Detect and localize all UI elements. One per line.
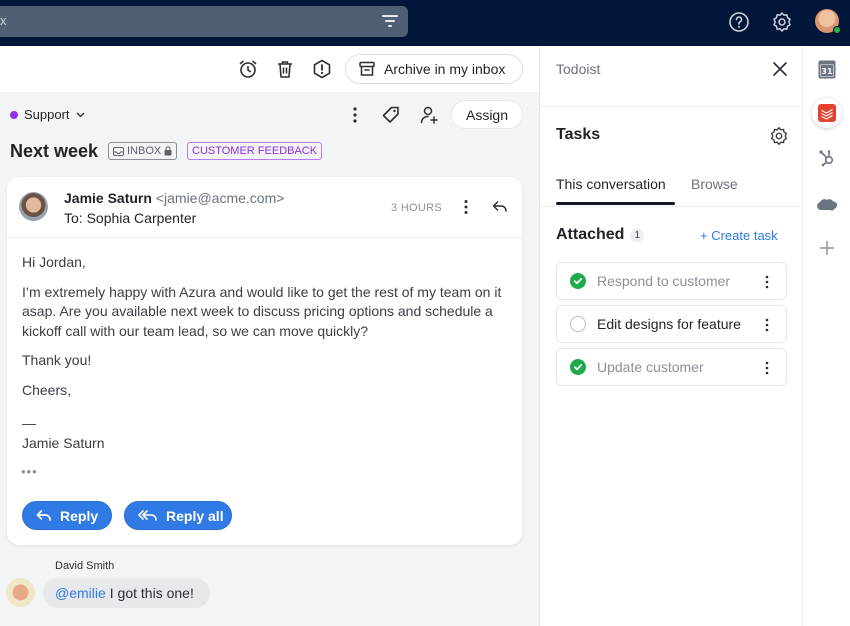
online-status-indicator <box>833 26 841 34</box>
comment-bubble: @emilie I got this one! <box>43 578 210 608</box>
search-clear-icon[interactable]: x <box>0 13 7 28</box>
inbox-tray-icon <box>113 146 124 156</box>
message-paragraph: Hi Jordan, <box>22 254 86 270</box>
message-paragraph: Cheers, <box>22 381 72 398</box>
task-more-icon[interactable] <box>760 317 774 333</box>
tasks-heading: Tasks <box>556 126 601 143</box>
message-more-icon[interactable] <box>456 197 476 217</box>
tag-badge[interactable]: CUSTOMER FEEDBACK <box>187 142 323 160</box>
close-icon[interactable] <box>771 60 789 78</box>
todoist-panel: Todoist Tasks This conversation Browse A… <box>539 46 802 626</box>
tab-this-conversation[interactable]: This conversation <box>556 176 666 192</box>
lock-icon <box>164 146 172 156</box>
chevron-down-icon <box>76 112 85 117</box>
task-item[interactable]: Edit designs for feature <box>556 305 787 343</box>
signature-dash: — <box>22 415 36 431</box>
comment-text: I got this one! <box>109 585 194 601</box>
filter-icon[interactable] <box>382 14 398 28</box>
spam-icon[interactable] <box>311 58 333 80</box>
reply-icon[interactable] <box>490 197 510 217</box>
attached-label: Attached <box>556 226 625 243</box>
conversation-subject: Next week <box>10 141 99 161</box>
task-label: Edit designs for feature <box>597 316 741 332</box>
tab-browse[interactable]: Browse <box>691 176 738 192</box>
top-bar: x <box>0 0 850 46</box>
check-icon <box>573 278 583 285</box>
integrations-rail: 31 <box>802 46 850 626</box>
attached-heading: Attached 1 <box>556 226 645 244</box>
recipient-line: To: Sophia Carpenter <box>64 210 197 226</box>
add-integration-button[interactable] <box>815 236 839 260</box>
comment-mention[interactable]: @emilie <box>55 585 106 601</box>
task-checkbox-unchecked[interactable] <box>570 316 586 332</box>
inbox-name: Support <box>24 107 70 122</box>
calendar-day: 31 <box>821 67 833 76</box>
comment-author-avatar <box>6 578 35 607</box>
sender-line: Jamie Saturn <jamie@acme.com> <box>64 190 284 206</box>
sender-email: <jamie@acme.com> <box>155 190 285 206</box>
hubspot-app-button[interactable] <box>815 146 839 170</box>
salesforce-icon <box>817 199 838 211</box>
task-checkbox-checked[interactable] <box>570 359 586 375</box>
todoist-icon <box>818 104 836 122</box>
inbox-color-dot <box>10 110 18 119</box>
task-more-icon[interactable] <box>760 274 774 290</box>
message-body: Hi Jordan, I’m extremely happy with Azur… <box>22 253 512 453</box>
todoist-app-button[interactable] <box>812 98 842 128</box>
message-paragraph: I’m extremely happy with Azura and would… <box>22 283 502 339</box>
task-item[interactable]: Update customer <box>556 348 787 386</box>
tasks-settings-icon[interactable] <box>768 125 790 147</box>
inbox-badge-label: INBOX <box>127 145 162 157</box>
settings-icon[interactable] <box>770 10 794 34</box>
archive-button[interactable]: Archive in my inbox <box>345 54 523 84</box>
inbox-badge[interactable]: INBOX <box>108 142 178 160</box>
active-tab-indicator <box>556 202 675 205</box>
divider <box>540 106 802 107</box>
task-item[interactable]: Respond to customer <box>556 262 787 300</box>
reply-arrow-icon <box>36 509 51 521</box>
attached-count: 1 <box>630 228 645 242</box>
task-checkbox-checked[interactable] <box>570 273 586 289</box>
hubspot-icon <box>819 150 834 167</box>
inbox-selector[interactable]: Support <box>10 107 85 122</box>
message-card: Jamie Saturn <jamie@acme.com> To: Sophia… <box>7 177 522 545</box>
add-icon <box>819 240 835 256</box>
snooze-icon[interactable] <box>237 58 259 80</box>
panel-title: Todoist <box>556 61 601 77</box>
reply-button[interactable]: Reply <box>22 501 112 530</box>
archive-icon <box>359 61 375 76</box>
signature-name: Jamie Saturn <box>22 434 105 451</box>
user-avatar[interactable] <box>815 9 841 34</box>
comment-author: David Smith <box>55 560 115 572</box>
reply-button-label: Reply <box>60 507 99 524</box>
search-input[interactable]: x <box>0 6 408 37</box>
reply-all-button-label: Reply all <box>166 507 224 524</box>
archive-button-label: Archive in my inbox <box>384 61 506 77</box>
sender-avatar <box>19 192 48 221</box>
conversation-view: Archive in my inbox Support Assign Next … <box>0 46 539 626</box>
divider <box>540 206 802 207</box>
show-quoted-text-button[interactable]: ••• <box>21 464 38 479</box>
task-label: Respond to customer <box>597 273 731 289</box>
message-header: Jamie Saturn <jamie@acme.com> To: Sophia… <box>7 177 522 238</box>
calendar-icon: 31 <box>818 60 836 78</box>
trash-icon[interactable] <box>274 58 296 80</box>
reply-all-arrow-icon <box>138 509 157 521</box>
tag-icon[interactable] <box>380 104 402 126</box>
message-paragraph: Thank you! <box>22 352 92 368</box>
conversation-toolbar: Archive in my inbox <box>0 46 539 92</box>
assign-button[interactable]: Assign <box>451 100 523 129</box>
task-label: Update customer <box>597 359 704 375</box>
sender-name: Jamie Saturn <box>64 190 152 206</box>
reply-all-button[interactable]: Reply all <box>124 501 232 530</box>
assign-user-icon[interactable] <box>418 104 440 126</box>
calendar-app-button[interactable]: 31 <box>815 57 839 81</box>
task-more-icon[interactable] <box>760 360 774 376</box>
help-icon[interactable] <box>727 10 751 34</box>
message-time: 3 HOURS <box>391 202 442 214</box>
create-task-button[interactable]: + Create task <box>700 228 778 243</box>
more-options-icon[interactable] <box>344 104 366 126</box>
salesforce-app-button[interactable] <box>815 192 839 216</box>
check-icon <box>573 364 583 371</box>
